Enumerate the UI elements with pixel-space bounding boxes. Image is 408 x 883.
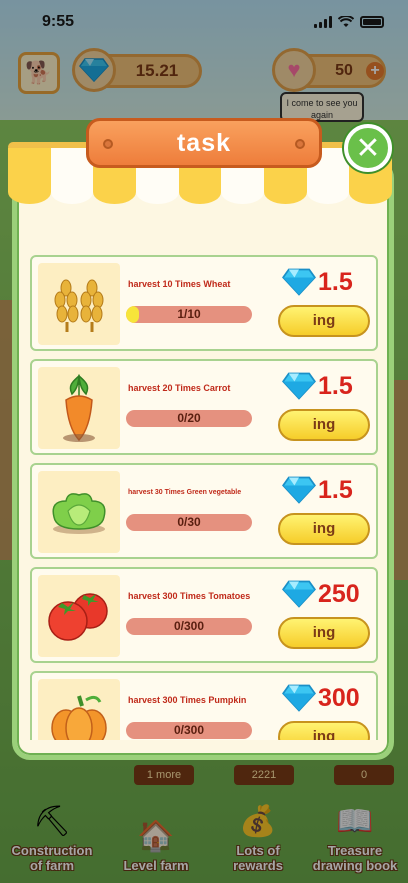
nail-icon <box>295 139 305 149</box>
progress-bar: 0/30 <box>126 514 252 531</box>
reward-amount: 1.5 <box>318 267 353 296</box>
task-name: harvest 20 Times Carrot <box>128 383 231 393</box>
progress-bar: 0/300 <box>126 722 252 739</box>
reward: 1.5 <box>282 473 374 507</box>
carrot-icon <box>38 367 120 449</box>
nail-icon <box>103 139 113 149</box>
reward: 1.5 <box>282 265 374 299</box>
task-name: harvest 10 Times Wheat <box>128 279 231 289</box>
diamond-icon <box>282 268 316 296</box>
progress-text: 0/300 <box>173 619 205 633</box>
page-title: task <box>176 128 232 157</box>
status-time: 9:55 <box>42 13 75 30</box>
progress-text: 0/300 <box>173 723 205 737</box>
task-status-button[interactable]: ing <box>278 617 370 649</box>
diamond-icon <box>282 372 316 400</box>
diamond-icon <box>282 580 316 608</box>
task-name: harvest 30 Times Green vegetable <box>128 489 242 496</box>
reward: 250 <box>282 577 374 611</box>
wheat-icon <box>38 263 120 345</box>
pumpkin-icon <box>38 679 120 740</box>
progress-bar: 1/10 <box>126 306 252 323</box>
task-name: harvest 300 Times Pumpkin <box>128 695 247 705</box>
task-status-button[interactable]: ing <box>278 513 370 545</box>
task-card: harvest 20 Times Carrot 0/20 1.5 ing <box>30 359 378 455</box>
wifi-icon <box>338 16 354 27</box>
task-status-button[interactable]: ing <box>278 409 370 441</box>
task-list[interactable]: harvest 10 Times Wheat 1/10 1.5 ing harv… <box>30 255 380 740</box>
status-bar: 9:55 <box>0 0 408 44</box>
reward: 300 <box>282 681 374 715</box>
progress-bar: 0/300 <box>126 618 252 635</box>
signal-icon <box>314 16 332 28</box>
reward: 1.5 <box>282 369 374 403</box>
title-board: task <box>86 118 322 168</box>
task-status-button[interactable]: ing <box>278 721 370 740</box>
progress-text: 0/20 <box>177 411 201 425</box>
tomato-icon <box>38 575 120 657</box>
task-status-button[interactable]: ing <box>278 305 370 337</box>
diamond-icon <box>282 476 316 504</box>
reward-amount: 300 <box>318 683 360 712</box>
progress-text: 1/10 <box>177 307 201 321</box>
task-card: harvest 300 Times Tomatoes 0/300 250 ing <box>30 567 378 663</box>
diamond-icon <box>282 684 316 712</box>
reward-amount: 1.5 <box>318 371 353 400</box>
progress-bar: 0/20 <box>126 410 252 427</box>
reward-amount: 250 <box>318 579 360 608</box>
close-icon: ✕ <box>355 131 381 165</box>
task-card: harvest 30 Times Green vegetable 0/30 1.… <box>30 463 378 559</box>
battery-icon <box>360 16 384 28</box>
status-icons <box>314 16 384 28</box>
reward-amount: 1.5 <box>318 475 353 504</box>
cabbage-icon <box>38 471 120 553</box>
task-card: harvest 300 Times Pumpkin 0/300 300 ing <box>30 671 378 740</box>
progress-text: 0/30 <box>177 515 201 529</box>
task-card: harvest 10 Times Wheat 1/10 1.5 ing <box>30 255 378 351</box>
task-name: harvest 300 Times Tomatoes <box>128 591 251 601</box>
close-button[interactable]: ✕ <box>344 124 392 172</box>
